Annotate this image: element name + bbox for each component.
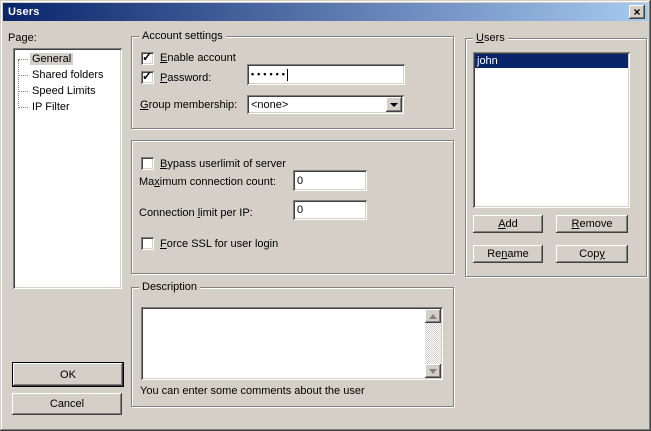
password-label: Password: [160, 72, 211, 84]
account-settings-title: Account settings [139, 30, 226, 43]
add-user-button[interactable]: Add [473, 215, 543, 233]
enable-account-label: Enable account [160, 52, 236, 64]
users-dialog: Users × Page: General Shared folders Spe… [0, 0, 651, 431]
list-item-john[interactable]: john [475, 54, 628, 68]
page-label: Page: [8, 32, 37, 44]
users-list[interactable]: john [473, 52, 630, 208]
scroll-down-button[interactable] [425, 364, 441, 378]
max-connections-label: Maximum connection count: [139, 176, 276, 188]
arrow-up-icon [429, 314, 437, 319]
tree-item-ip-filter[interactable]: IP Filter [17, 100, 119, 116]
tree-item-speed-limits[interactable]: Speed Limits [17, 84, 119, 100]
group-membership-select[interactable]: <none> [247, 95, 404, 114]
scrollbar-track[interactable] [425, 323, 441, 364]
description-hint: You can enter some comments about the us… [140, 385, 365, 397]
connection-limit-per-ip-label: Connection limit per IP: [139, 207, 253, 219]
connection-limit-per-ip-input[interactable]: 0 [293, 200, 367, 220]
max-connections-input[interactable]: 0 [293, 170, 367, 191]
close-glyph: × [633, 6, 640, 18]
password-dots: •••••• [251, 69, 288, 80]
combo-dropdown-button[interactable] [386, 97, 402, 112]
tree-item-shared-folders[interactable]: Shared folders [17, 68, 119, 84]
arrow-down-icon [429, 369, 437, 374]
text-caret [287, 69, 288, 81]
users-group-title: Users [473, 32, 508, 45]
title-bar[interactable]: Users × [3, 3, 648, 21]
tree-item-general[interactable]: General [17, 52, 119, 68]
group-membership-label: Group membership: [140, 99, 237, 111]
copy-user-button[interactable]: Copy [556, 245, 628, 263]
checkmark-icon: ✓ [142, 69, 152, 83]
remove-user-button[interactable]: Remove [556, 215, 628, 233]
cancel-button[interactable]: Cancel [12, 393, 122, 415]
vertical-scrollbar[interactable] [425, 309, 441, 378]
chevron-down-icon [390, 103, 398, 107]
bypass-userlimit-label: Bypass userlimit of server [160, 158, 286, 170]
description-textarea[interactable] [141, 307, 443, 380]
bypass-userlimit-checkbox[interactable] [141, 157, 154, 170]
password-input[interactable]: •••••• [247, 64, 405, 85]
rename-user-button[interactable]: Rename [473, 245, 543, 263]
group-membership-value: <none> [251, 99, 288, 111]
enable-account-checkbox[interactable]: ✓ [141, 52, 154, 65]
password-checkbox[interactable]: ✓ [141, 71, 154, 84]
window-title: Users [3, 6, 40, 18]
page-tree: General Shared folders Speed Limits IP F… [13, 48, 122, 289]
force-ssl-checkbox[interactable] [141, 237, 154, 250]
close-icon[interactable]: × [629, 5, 645, 19]
description-title: Description [139, 281, 200, 294]
checkmark-icon: ✓ [142, 50, 152, 64]
force-ssl-label: Force SSL for user login [160, 238, 278, 250]
scroll-up-button[interactable] [425, 309, 441, 323]
ok-button[interactable]: OK [12, 362, 124, 387]
